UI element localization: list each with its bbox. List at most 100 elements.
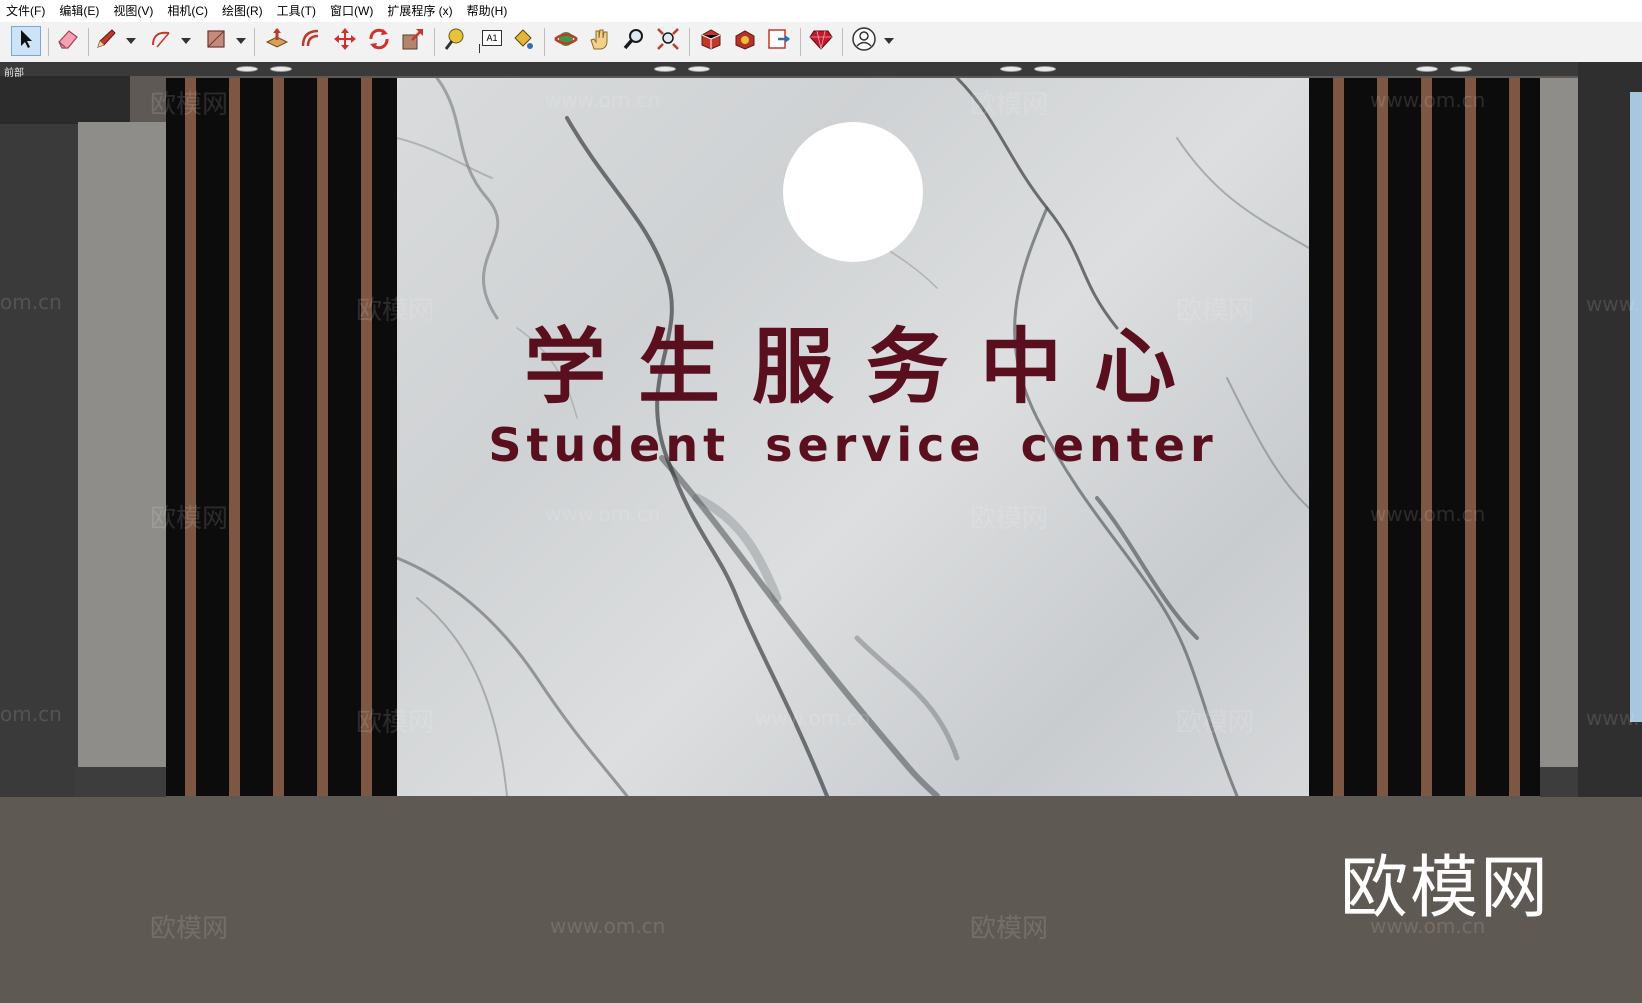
push-pull-icon	[264, 26, 290, 57]
toolbar-separator	[48, 28, 49, 56]
marble-feature-wall: 学生服务中心 Student service center	[397, 78, 1309, 796]
tape-measure-tool[interactable]	[440, 26, 470, 56]
ceiling-downlight	[688, 66, 710, 72]
wood-slat	[185, 78, 196, 796]
extension-warehouse-icon	[732, 26, 758, 57]
sign-logo-placeholder	[783, 122, 923, 262]
eraser-tool[interactable]	[53, 26, 83, 56]
right-baseboard	[1540, 767, 1578, 797]
sign-title-english: Student service center	[488, 418, 1218, 472]
menu-tools[interactable]: 工具(T)	[270, 0, 323, 22]
rotate-tool[interactable]	[364, 26, 394, 56]
offset-tool[interactable]	[296, 26, 326, 56]
right-wood-slat-wall	[1309, 78, 1540, 796]
ceiling-downlight	[1000, 66, 1022, 72]
extension-warehouse-tool[interactable]	[730, 26, 760, 56]
arc-tool[interactable]	[146, 26, 176, 56]
menu-draw[interactable]: 绘图(R)	[215, 0, 270, 22]
wood-slat	[1509, 78, 1520, 796]
scene-tab-label[interactable]: 前部	[4, 64, 24, 79]
ruby-icon	[808, 26, 834, 57]
menu-bar: 文件(F) 编辑(E) 视图(V) 相机(C) 绘图(R) 工具(T) 窗口(W…	[0, 0, 1642, 22]
ceiling-downlight	[236, 66, 258, 72]
eraser-icon	[56, 28, 80, 55]
ceiling-downlight	[1416, 66, 1438, 72]
menu-edit[interactable]: 编辑(E)	[52, 0, 106, 22]
warehouse-icon	[698, 26, 724, 57]
wood-slat	[1333, 78, 1344, 796]
scale-tool[interactable]	[398, 26, 428, 56]
model-viewport[interactable]: 前部 学生服务中心 Student service center 欧模网	[0, 62, 1642, 1003]
arc-icon	[149, 27, 173, 56]
wood-slat	[1377, 78, 1388, 796]
menu-file[interactable]: 文件(F)	[0, 0, 52, 22]
wood-slat	[1465, 78, 1476, 796]
scale-icon	[400, 26, 426, 57]
toolbar-separator	[88, 28, 89, 56]
toolbar-separator	[434, 28, 435, 56]
toolbar-separator	[689, 28, 690, 56]
text-tool-glyph: A1	[482, 30, 502, 46]
left-side-panel	[78, 122, 166, 797]
wood-slat	[361, 78, 372, 796]
zoom-extents-icon	[655, 26, 681, 57]
zoom-extents-tool[interactable]	[653, 26, 683, 56]
tape-measure-icon	[442, 26, 468, 57]
right-side-panel	[1540, 78, 1578, 797]
ceiling-downlight	[270, 66, 292, 72]
menu-extensions[interactable]: 扩展程序 (x)	[380, 0, 459, 22]
toolbar: A1	[0, 22, 1642, 63]
ceiling-downlight	[1034, 66, 1056, 72]
arc-dropdown-caret[interactable]	[181, 38, 191, 44]
move-tool[interactable]	[330, 26, 360, 56]
offset-icon	[298, 26, 324, 57]
wood-slat	[317, 78, 328, 796]
ceiling-downlight	[1450, 66, 1472, 72]
brand-watermark-overlay: 欧模网	[1340, 849, 1551, 928]
rectangle-icon	[204, 27, 228, 56]
hand-icon	[587, 26, 613, 57]
menu-help[interactable]: 帮助(H)	[460, 0, 515, 22]
toolbar-separator	[800, 28, 801, 56]
wood-slat	[229, 78, 240, 796]
paint-bucket-tool[interactable]	[508, 26, 538, 56]
arrow-pointer-icon	[17, 29, 35, 54]
rectangle-dropdown-caret[interactable]	[236, 38, 246, 44]
toolbar-separator	[842, 28, 843, 56]
rectangle-tool[interactable]	[201, 26, 231, 56]
menu-view[interactable]: 视图(V)	[106, 0, 160, 22]
send-to-layout-tool[interactable]	[764, 26, 794, 56]
wood-slat	[273, 78, 284, 796]
wood-slat	[1421, 78, 1432, 796]
left-baseboard	[74, 767, 166, 797]
sign-title-chinese: 学生服务中心	[523, 320, 1208, 415]
left-wall-trim	[0, 76, 130, 124]
push-pull-tool[interactable]	[262, 26, 292, 56]
user-icon	[851, 26, 877, 57]
magnifier-icon	[621, 26, 647, 57]
line-tool[interactable]	[91, 26, 121, 56]
line-dropdown-caret[interactable]	[126, 38, 136, 44]
rotate-icon	[366, 26, 392, 57]
text-icon: A1	[476, 28, 502, 54]
layout-icon	[766, 26, 792, 57]
pan-tool[interactable]	[585, 26, 615, 56]
ruby-console-tool[interactable]	[806, 26, 836, 56]
warehouse-tool[interactable]	[696, 26, 726, 56]
toolbar-separator	[254, 28, 255, 56]
toolbar-separator	[544, 28, 545, 56]
menu-camera[interactable]: 相机(C)	[160, 0, 215, 22]
orbit-tool[interactable]	[551, 26, 581, 56]
zoom-tool[interactable]	[619, 26, 649, 56]
pencil-icon	[94, 27, 118, 56]
orbit-icon	[553, 26, 579, 57]
account-dropdown-caret[interactable]	[884, 38, 894, 44]
select-tool[interactable]	[11, 26, 41, 56]
paint-bucket-icon	[510, 26, 536, 57]
right-window	[1630, 92, 1642, 722]
account-tool[interactable]	[849, 26, 879, 56]
move-icon	[332, 26, 358, 57]
text-tool[interactable]: A1	[474, 26, 504, 56]
menu-window[interactable]: 窗口(W)	[323, 0, 380, 22]
left-wood-slat-wall	[166, 78, 397, 796]
